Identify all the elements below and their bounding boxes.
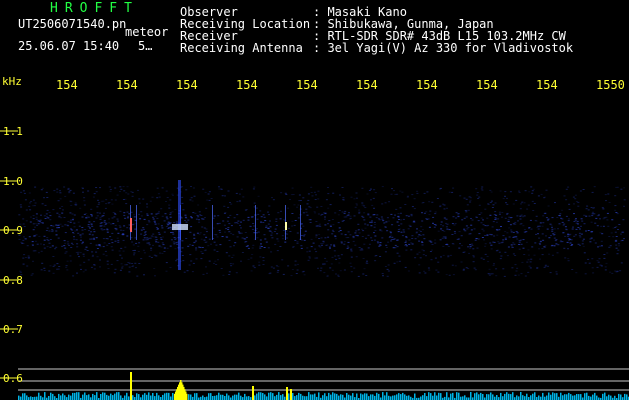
date-time-label: 25.06.07 15:40 xyxy=(18,39,120,53)
filename-label: UT2506071540.pn xyxy=(18,17,127,31)
time-tick: 154 xyxy=(476,78,498,92)
time-tick: 154 xyxy=(236,78,258,92)
time-tick: 154 xyxy=(296,78,318,92)
time-tick: 1550 xyxy=(596,78,625,92)
freq-tick: 0.7 xyxy=(3,323,23,336)
time-tick: 154 xyxy=(356,78,378,92)
freq-tick: 0.8 xyxy=(3,274,23,287)
antenna-value: : 3el Yagi(V) Az 330 for Vladivostok xyxy=(313,41,574,55)
antenna-label: Receiving Antenna xyxy=(180,41,303,55)
time-tick: 154 xyxy=(416,78,438,92)
mode-label: meteor xyxy=(125,25,169,39)
freq-tick: 0.6 xyxy=(3,372,23,385)
time-tick: 154 xyxy=(536,78,558,92)
time-axis: 154 154 154 154 154 154 154 154 154 1550 xyxy=(0,78,629,94)
freq-tick: 1.1 xyxy=(3,125,23,138)
freq-tick: 0.9 xyxy=(3,224,23,237)
spectrogram-area xyxy=(0,130,629,400)
count-label: 5… xyxy=(138,39,153,53)
hrofft-logo: HROFFT xyxy=(50,1,139,16)
time-tick: 154 xyxy=(56,78,78,92)
time-tick: 154 xyxy=(116,78,138,92)
time-tick: 154 xyxy=(176,78,198,92)
freq-tick: 1.0 xyxy=(3,175,23,188)
